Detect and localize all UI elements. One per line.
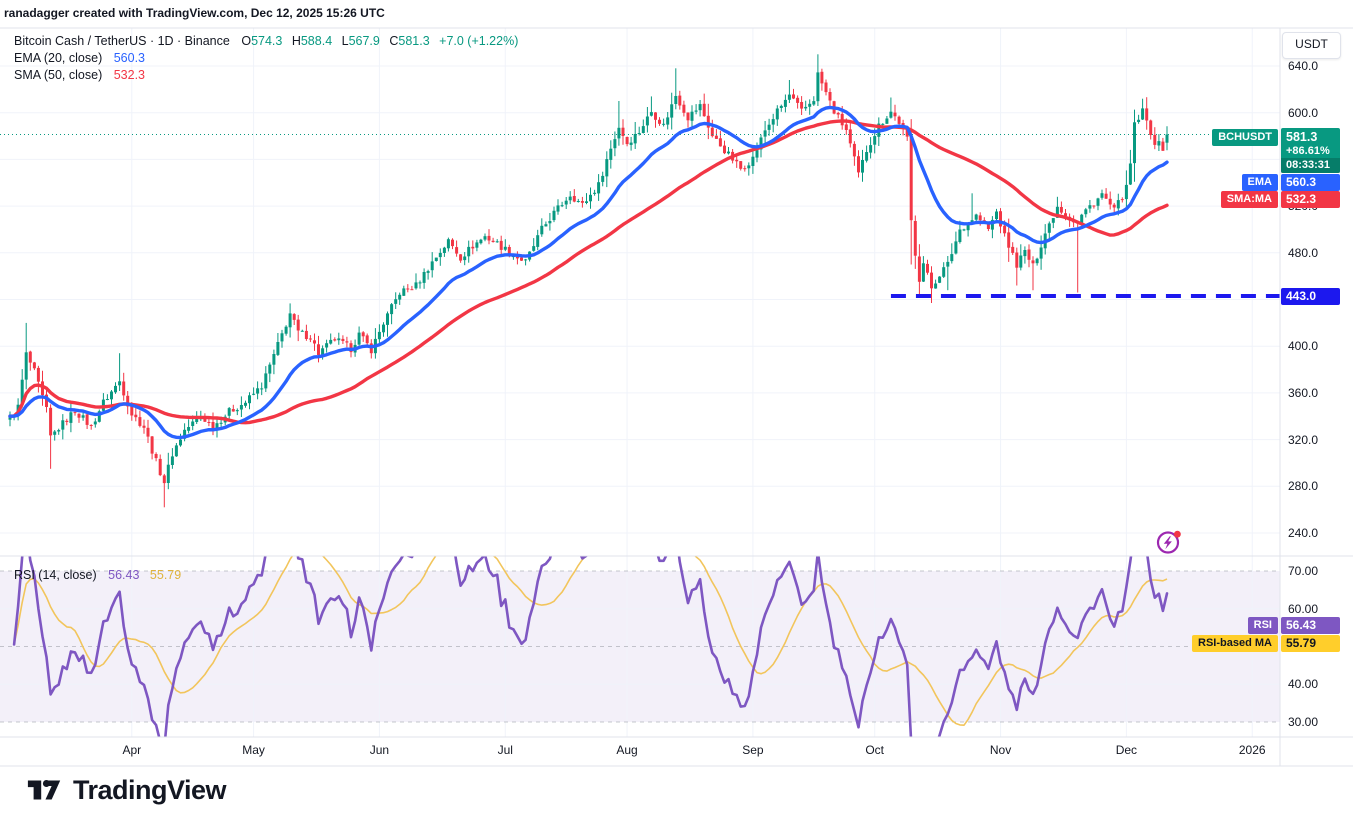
currency-toggle-button[interactable]: USDT xyxy=(1282,32,1341,59)
ema-legend-label: EMA (20, close) xyxy=(14,51,102,65)
sma-legend-label: SMA (50, close) xyxy=(14,68,102,82)
change-value: +7.0 (+1.22%) xyxy=(439,34,518,48)
rsi-ma-side-tag: RSI-based MA xyxy=(1192,635,1278,652)
tradingview-wordmark: TradingView xyxy=(73,775,226,806)
symbol-price-side-tag: BCHUSDT xyxy=(1212,129,1278,146)
support-level-tag: 443.0 xyxy=(1281,288,1340,305)
ema-side-tag: EMA xyxy=(1242,174,1278,191)
main-chart-legend: Bitcoin Cash / TetherUS · 1D · Binance O… xyxy=(14,33,518,84)
rsi-legend-row[interactable]: RSI (14, close) 56.43 55.79 xyxy=(14,567,188,584)
ema-legend-row[interactable]: EMA (20, close) 560.3 xyxy=(14,50,518,67)
rsi-value-tag: 56.43 xyxy=(1281,617,1340,634)
bar-countdown: 08:33:31 xyxy=(1281,158,1340,173)
sma-side-tag: SMA:MA xyxy=(1221,191,1278,208)
rsi-legend-label: RSI (14, close) xyxy=(14,568,97,582)
rsi-ma-legend-value: 55.79 xyxy=(150,568,181,582)
rsi-side-tag: RSI xyxy=(1248,617,1278,634)
symbol-price-tag: 581.3 +86.61% 08:33:31 xyxy=(1281,128,1340,173)
rsi-legend-value: 56.43 xyxy=(108,568,139,582)
sma-legend-row[interactable]: SMA (50, close) 532.3 xyxy=(14,67,518,84)
attribution-text: ranadagger created with TradingView.com,… xyxy=(4,6,385,20)
ohlc-close: C581.3 xyxy=(389,34,429,48)
ohlc-open: O574.3 xyxy=(241,34,282,48)
tradingview-logo[interactable]: TradingView xyxy=(26,772,226,808)
sma-legend-value: 532.3 xyxy=(114,68,145,82)
last-price-value: 581.3 xyxy=(1281,128,1340,145)
change-percent-value: +86.61% xyxy=(1281,145,1340,158)
ema-price-tag: 560.3 xyxy=(1281,174,1340,191)
ema-legend-value: 560.3 xyxy=(114,51,145,65)
time-axis[interactable] xyxy=(0,737,1280,766)
symbol-title: Bitcoin Cash / TetherUS · 1D · Binance xyxy=(14,34,230,48)
sma-price-tag: 532.3 xyxy=(1281,191,1340,208)
tradingview-mark-icon xyxy=(26,772,64,808)
ohlc-high: H588.4 xyxy=(292,34,332,48)
flash-events-icon[interactable] xyxy=(1154,527,1184,557)
chart-canvas[interactable] xyxy=(0,0,1353,823)
rsi-ma-value-tag: 55.79 xyxy=(1281,635,1340,652)
tradingview-chart-page: ranadagger created with TradingView.com,… xyxy=(0,0,1353,823)
symbol-legend-row[interactable]: Bitcoin Cash / TetherUS · 1D · Binance O… xyxy=(14,33,518,50)
ohlc-low: L567.9 xyxy=(342,34,380,48)
